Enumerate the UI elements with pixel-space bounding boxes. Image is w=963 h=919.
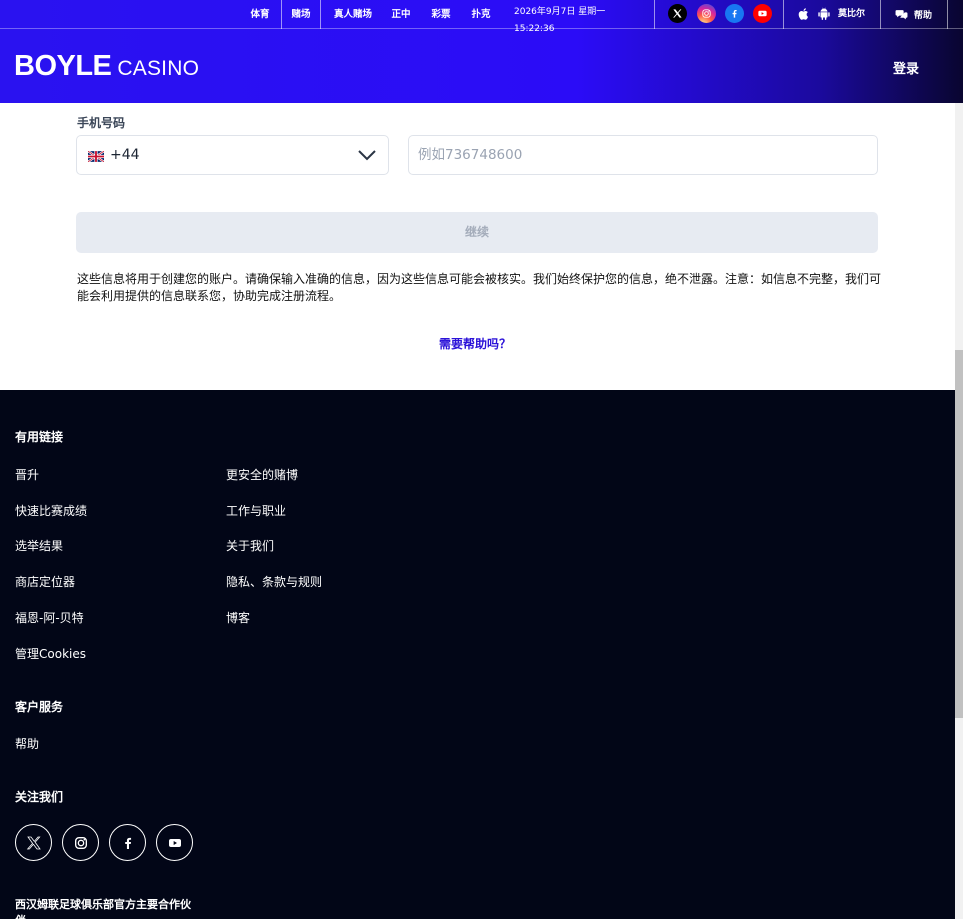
logo-subtitle: CASINO bbox=[117, 57, 200, 80]
scrollbar-thumb[interactable] bbox=[955, 350, 963, 718]
footer-link-careers[interactable]: 工作与职业 bbox=[226, 502, 286, 519]
footer-link-blog[interactable]: 博客 bbox=[226, 609, 250, 626]
footer-link-privacy-terms[interactable]: 隐私、条款与规则 bbox=[226, 573, 322, 590]
nav-divider bbox=[947, 0, 948, 29]
nav-zhengzhong[interactable]: 正中 bbox=[388, 0, 414, 29]
chevron-down-icon bbox=[358, 150, 376, 161]
x-icon[interactable] bbox=[15, 824, 52, 861]
nav-divider bbox=[320, 0, 321, 29]
top-navigation: 体育 赌场 真人赌场 正中 彩票 扑克 2026年9月7日 星期一 15:22:… bbox=[0, 0, 963, 34]
instagram-icon[interactable] bbox=[62, 824, 99, 861]
facebook-icon[interactable] bbox=[109, 824, 146, 861]
current-datetime: 2026年9月7日 星期一 15:22:36 bbox=[514, 5, 654, 39]
privacy-disclaimer: 这些信息将用于创建您的账户。请确保输入准确的信息，因为这些信息可能会被核实。我们… bbox=[77, 272, 882, 303]
nav-divider bbox=[880, 0, 881, 29]
language-selector[interactable]: 莫比尔 bbox=[838, 0, 865, 29]
apple-icon[interactable] bbox=[797, 6, 811, 22]
need-help-link[interactable]: 需要帮助吗？ bbox=[0, 335, 950, 352]
nav-sports[interactable]: 体育 bbox=[240, 0, 280, 29]
uk-flag-icon bbox=[88, 151, 104, 162]
nav-live-casino[interactable]: 真人赌场 bbox=[329, 0, 377, 29]
nav-poker[interactable]: 扑克 bbox=[468, 0, 494, 29]
nav-lottery[interactable]: 彩票 bbox=[428, 0, 454, 29]
top-help-label: 帮助 bbox=[914, 11, 933, 21]
boyle-casino-logo[interactable]: BOYLE CASINO bbox=[14, 50, 199, 83]
phone-number-label: 手机号码 bbox=[77, 116, 126, 130]
footer-link-fast-results[interactable]: 快速比赛成绩 bbox=[15, 502, 87, 519]
footer-link-manage-cookies[interactable]: 管理Cookies bbox=[15, 645, 86, 662]
chat-icon bbox=[895, 10, 908, 20]
login-button[interactable]: 登录 bbox=[893, 58, 919, 77]
nav-divider bbox=[654, 0, 655, 29]
follow-us-heading: 关注我们 bbox=[15, 790, 64, 804]
footer-link-help[interactable]: 帮助 bbox=[15, 735, 39, 752]
west-ham-partner-text: 西汉姆联足球俱乐部官方主要合作伙伴 bbox=[15, 898, 191, 919]
youtube-icon[interactable] bbox=[156, 824, 193, 861]
footer-link-election-results[interactable]: 选举结果 bbox=[15, 537, 63, 554]
android-icon[interactable] bbox=[817, 6, 831, 22]
x-icon[interactable] bbox=[668, 4, 687, 23]
nav-divider bbox=[783, 0, 784, 29]
top-help-link[interactable]: 帮助 bbox=[894, 0, 932, 29]
youtube-icon[interactable] bbox=[753, 4, 772, 23]
footer-link-fun-a-bet[interactable]: 福恩-阿-贝特 bbox=[15, 609, 84, 626]
current-time: 15:22:36 bbox=[514, 24, 555, 34]
logo-wordmark: BOYLE bbox=[14, 50, 112, 82]
country-code-value: +44 bbox=[110, 147, 140, 163]
customer-service-heading: 客户服务 bbox=[15, 700, 64, 714]
footer-link-promotions[interactable]: 晋升 bbox=[15, 466, 39, 483]
facebook-icon[interactable] bbox=[725, 4, 744, 23]
footer-link-about-us[interactable]: 关于我们 bbox=[226, 537, 274, 554]
phone-number-input[interactable] bbox=[408, 135, 878, 175]
site-header: 体育 赌场 真人赌场 正中 彩票 扑克 2026年9月7日 星期一 15:22:… bbox=[0, 0, 963, 103]
footer-link-shop-locator[interactable]: 商店定位器 bbox=[15, 573, 75, 590]
useful-links-heading: 有用链接 bbox=[15, 430, 64, 444]
footer-link-safer-gambling[interactable]: 更安全的赌博 bbox=[226, 466, 298, 483]
continue-button[interactable]: 继续 bbox=[76, 212, 878, 253]
country-code-select[interactable]: +44 bbox=[76, 135, 389, 175]
current-date: 2026年9月7日 星期一 bbox=[514, 7, 606, 17]
instagram-icon[interactable] bbox=[697, 4, 716, 23]
nav-casino[interactable]: 赌场 bbox=[282, 0, 320, 29]
